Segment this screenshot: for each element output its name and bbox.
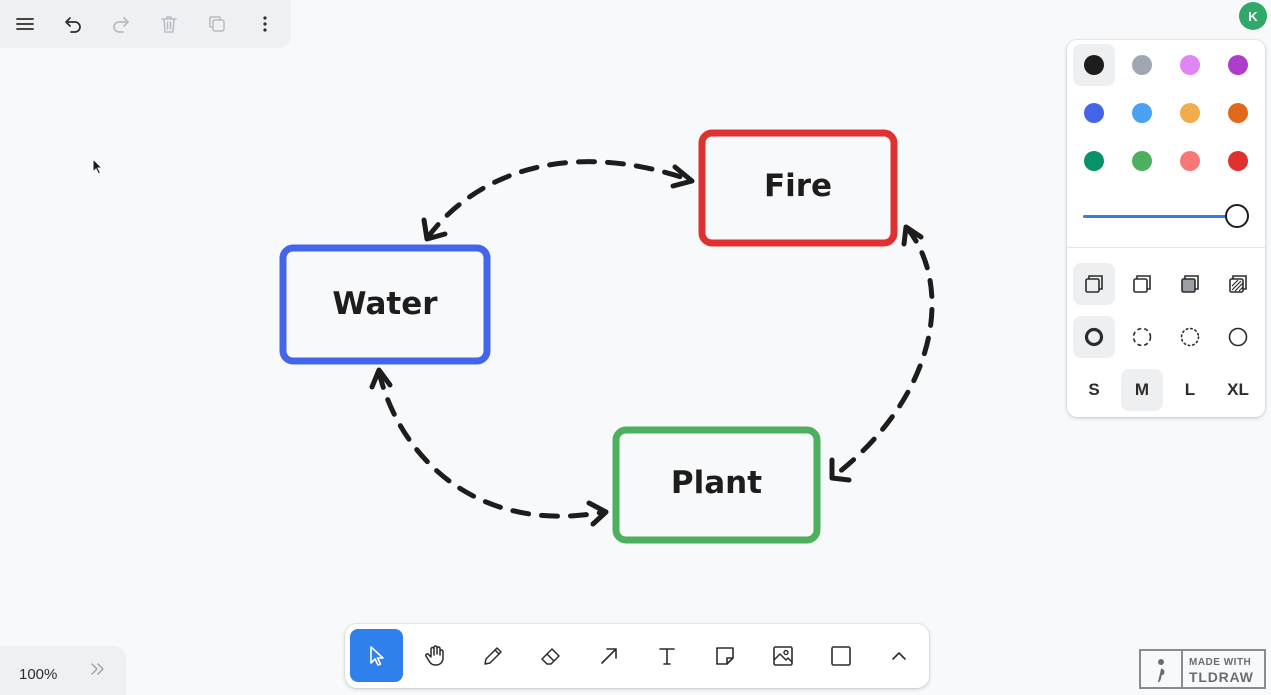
rectangle-icon bbox=[830, 645, 851, 666]
arrow-icon bbox=[600, 647, 617, 664]
menu-icon bbox=[16, 18, 34, 30]
dash-dashed-icon bbox=[1132, 327, 1152, 347]
eraser-icon bbox=[540, 647, 560, 665]
panel-divider bbox=[1067, 247, 1265, 248]
dash-dashed-button[interactable] bbox=[1121, 316, 1163, 358]
fill-semi-icon bbox=[1133, 275, 1151, 293]
cursor-icon bbox=[369, 645, 384, 666]
delete-button[interactable] bbox=[145, 0, 193, 48]
redo-button[interactable] bbox=[97, 0, 145, 48]
fire-node-label: Fire bbox=[763, 168, 833, 204]
color-swatch-yellow[interactable] bbox=[1169, 92, 1211, 134]
duplicate-icon bbox=[209, 16, 225, 32]
dash-draw-icon bbox=[1084, 327, 1104, 347]
swatch-dot bbox=[1228, 55, 1248, 75]
tools-toolbar bbox=[345, 624, 929, 688]
arrow-tool[interactable] bbox=[582, 629, 635, 682]
dash-dotted-icon bbox=[1180, 327, 1200, 347]
fill-solid-icon bbox=[1181, 275, 1199, 293]
main-menu-bar bbox=[0, 0, 291, 48]
text-tool[interactable] bbox=[640, 629, 693, 682]
style-panel: S M L XL bbox=[1067, 40, 1265, 417]
asset-tool[interactable] bbox=[756, 629, 809, 682]
zoom-level: 100% bbox=[19, 666, 58, 683]
color-swatch-green[interactable] bbox=[1073, 140, 1115, 182]
more-tools-button[interactable] bbox=[872, 629, 925, 682]
tldraw-logo-icon bbox=[1141, 651, 1183, 687]
color-swatch-light-red[interactable] bbox=[1169, 140, 1211, 182]
swatch-dot bbox=[1084, 103, 1104, 123]
color-swatch-grey[interactable] bbox=[1121, 44, 1163, 86]
made-with-tldraw-watermark[interactable]: MADE WITH TLDRAW bbox=[1139, 649, 1266, 689]
fill-pattern-button[interactable] bbox=[1217, 263, 1259, 305]
size-m-button[interactable]: M bbox=[1121, 369, 1163, 411]
color-swatch-black[interactable] bbox=[1073, 44, 1115, 86]
color-swatch-blue[interactable] bbox=[1073, 92, 1115, 134]
zoom-menu[interactable]: 100% bbox=[0, 646, 126, 695]
draw-tool[interactable] bbox=[466, 629, 519, 682]
minimap-toggle-icon[interactable] bbox=[90, 662, 106, 676]
mouse-cursor-icon bbox=[92, 158, 104, 175]
arrow-water-fire[interactable] bbox=[421, 159, 695, 242]
swatch-dot bbox=[1228, 151, 1248, 171]
duplicate-button[interactable] bbox=[193, 0, 241, 48]
swatch-dot bbox=[1132, 55, 1152, 75]
more-actions-button[interactable] bbox=[241, 0, 289, 48]
arrow-fire-plant[interactable] bbox=[829, 224, 935, 483]
swatch-dot bbox=[1084, 55, 1104, 75]
undo-icon bbox=[65, 17, 81, 33]
chevron-up-icon bbox=[891, 651, 906, 660]
water-node-label: Water bbox=[332, 286, 438, 322]
dash-solid-icon bbox=[1228, 327, 1248, 347]
swatch-dot bbox=[1180, 103, 1200, 123]
pencil-icon bbox=[483, 646, 502, 665]
fill-semi-button[interactable] bbox=[1121, 263, 1163, 305]
eraser-tool[interactable] bbox=[524, 629, 577, 682]
sticky-note-icon bbox=[715, 646, 734, 665]
more-vertical-icon bbox=[263, 16, 267, 32]
color-swatch-red[interactable] bbox=[1217, 140, 1259, 182]
swatch-dot bbox=[1180, 55, 1200, 75]
watermark-line1: MADE WITH bbox=[1189, 657, 1252, 668]
undo-button[interactable] bbox=[49, 0, 97, 48]
size-xl-button[interactable]: XL bbox=[1217, 369, 1259, 411]
color-swatch-light-violet[interactable] bbox=[1169, 44, 1211, 86]
redo-icon bbox=[113, 17, 129, 33]
dash-dotted-button[interactable] bbox=[1169, 316, 1211, 358]
swatch-dot bbox=[1132, 103, 1152, 123]
hand-icon bbox=[424, 644, 444, 666]
swatch-dot bbox=[1132, 151, 1152, 171]
opacity-slider-track[interactable] bbox=[1083, 215, 1233, 218]
plant-node-label: Plant bbox=[670, 465, 763, 501]
select-tool[interactable] bbox=[350, 629, 403, 682]
size-s-button[interactable]: S bbox=[1073, 369, 1115, 411]
image-icon bbox=[772, 645, 793, 666]
fill-none-button[interactable] bbox=[1073, 263, 1115, 305]
color-swatch-violet[interactable] bbox=[1217, 44, 1259, 86]
color-swatch-orange[interactable] bbox=[1217, 92, 1259, 134]
swatch-dot bbox=[1084, 151, 1104, 171]
fill-pattern-icon bbox=[1229, 275, 1247, 293]
size-l-button[interactable]: L bbox=[1169, 369, 1211, 411]
dash-draw-button[interactable] bbox=[1073, 316, 1115, 358]
color-swatch-light-blue[interactable] bbox=[1121, 92, 1163, 134]
rectangle-tool[interactable] bbox=[814, 629, 867, 682]
trash-icon bbox=[161, 16, 177, 33]
swatch-dot bbox=[1228, 103, 1248, 123]
swatch-dot bbox=[1180, 151, 1200, 171]
menu-button[interactable] bbox=[1, 0, 49, 48]
hand-tool[interactable] bbox=[408, 629, 461, 682]
dash-solid-button[interactable] bbox=[1217, 316, 1259, 358]
user-avatar[interactable]: K bbox=[1239, 2, 1267, 30]
opacity-slider-thumb[interactable] bbox=[1225, 204, 1249, 228]
fill-solid-button[interactable] bbox=[1169, 263, 1211, 305]
text-icon bbox=[658, 647, 675, 665]
color-swatch-light-green[interactable] bbox=[1121, 140, 1163, 182]
note-tool[interactable] bbox=[698, 629, 751, 682]
arrow-plant-water[interactable] bbox=[369, 367, 609, 527]
watermark-line2: TLDRAW bbox=[1189, 669, 1254, 685]
fill-none-icon bbox=[1085, 275, 1103, 293]
